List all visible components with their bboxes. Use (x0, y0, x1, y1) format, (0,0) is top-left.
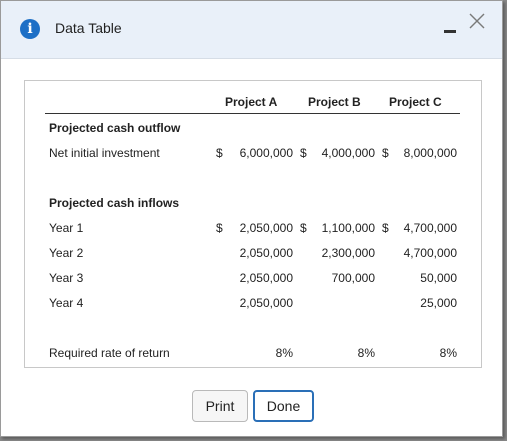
data-table-panel: Project A Project B Project C Projected … (24, 80, 482, 368)
dialog-titlebar: i Data Table (1, 1, 502, 59)
cell-year-4-project-a: 2,050,000 (239, 296, 293, 310)
row-label-year-4: Year 4 (49, 296, 84, 310)
info-icon: i (20, 19, 40, 39)
currency-symbol: $ (382, 146, 389, 160)
cell-year-2-project-b: 2,300,000 (321, 246, 375, 260)
done-button[interactable]: Done (253, 390, 314, 422)
column-header-project-c: Project C (389, 95, 442, 109)
cell-net-project-c: 8,000,000 (403, 146, 457, 160)
dialog-title: Data Table (55, 20, 122, 36)
header-divider (45, 113, 460, 114)
cell-year-1-project-a: 2,050,000 (239, 221, 293, 235)
print-button[interactable]: Print (192, 390, 248, 422)
section-heading-outflow: Projected cash outflow (49, 121, 181, 135)
cell-year-3-project-c: 50,000 (420, 271, 457, 285)
minimize-icon[interactable] (444, 23, 458, 33)
cell-year-1-project-c: 4,700,000 (403, 221, 457, 235)
cell-year-2-project-a: 2,050,000 (239, 246, 293, 260)
currency-symbol: $ (300, 146, 307, 160)
close-icon[interactable] (468, 12, 486, 30)
cell-year-3-project-a: 2,050,000 (239, 271, 293, 285)
cell-year-2-project-c: 4,700,000 (403, 246, 457, 260)
section-heading-inflows: Projected cash inflows (49, 196, 180, 210)
row-label-year-2: Year 2 (49, 246, 84, 260)
row-label-year-3: Year 3 (49, 271, 84, 285)
cell-year-4-project-c: 25,000 (420, 296, 457, 310)
currency-symbol: $ (300, 221, 307, 235)
cell-rate-project-a: 8% (275, 346, 293, 360)
currency-symbol: $ (216, 146, 223, 160)
cell-year-1-project-b: 1,100,000 (321, 221, 375, 235)
cell-net-project-b: 4,000,000 (321, 146, 375, 160)
row-label-year-1: Year 1 (49, 221, 84, 235)
cell-net-project-a: 6,000,000 (239, 146, 293, 160)
column-header-project-a: Project A (225, 95, 278, 109)
cell-rate-project-b: 8% (357, 346, 375, 360)
row-label-net-initial-investment: Net initial investment (49, 146, 160, 160)
column-header-project-b: Project B (308, 95, 361, 109)
cell-rate-project-c: 8% (439, 346, 457, 360)
cell-year-3-project-b: 700,000 (331, 271, 375, 285)
data-table-dialog: i Data Table Project A Project B Project… (0, 0, 503, 437)
row-label-required-rate: Required rate of return (49, 346, 170, 360)
currency-symbol: $ (382, 221, 389, 235)
currency-symbol: $ (216, 221, 223, 235)
